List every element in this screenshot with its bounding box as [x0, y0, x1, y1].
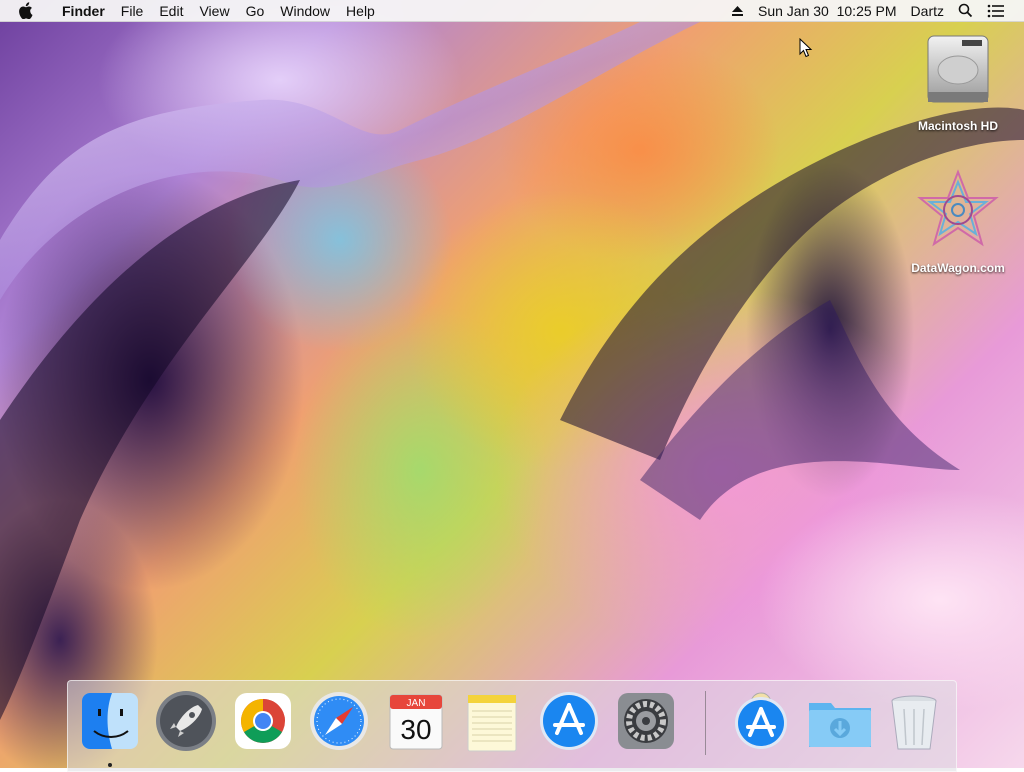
dock-calendar[interactable]: JAN 30 — [384, 689, 448, 753]
dock-separator — [705, 691, 706, 755]
running-indicator — [108, 763, 112, 767]
menu-go[interactable]: Go — [238, 0, 273, 22]
trash-icon — [891, 695, 937, 750]
menu-app-name[interactable]: Finder — [54, 0, 113, 22]
hard-drive-icon — [927, 35, 989, 103]
dock: JAN 30 — [67, 680, 957, 772]
dock-finder[interactable] — [78, 689, 142, 767]
wallpaper-swoosh — [0, 22, 1024, 720]
mandala-icon — [917, 169, 999, 247]
notification-center-icon[interactable] — [980, 4, 1012, 18]
dock-app-store-download[interactable] — [729, 689, 793, 753]
notes-icon — [467, 694, 517, 752]
menu-window[interactable]: Window — [272, 0, 338, 22]
dock-launchpad[interactable] — [154, 689, 218, 753]
mouse-cursor-icon — [799, 37, 813, 63]
calendar-day: 30 — [400, 714, 431, 745]
dock-chrome[interactable] — [231, 689, 295, 753]
menu-edit[interactable]: Edit — [151, 0, 191, 22]
dock-trash[interactable] — [882, 689, 946, 753]
menu-file[interactable]: File — [113, 0, 152, 22]
menu-view[interactable]: View — [191, 0, 237, 22]
desktop-icon-label: DataWagon.com — [911, 261, 1005, 275]
eject-icon[interactable] — [724, 5, 751, 17]
menu-help[interactable]: Help — [338, 0, 383, 22]
desktop-wallpaper — [0, 0, 1024, 768]
menu-bar: Finder File Edit View Go Window Help Sun… — [0, 0, 1024, 22]
user-menu[interactable]: Dartz — [904, 0, 951, 22]
app-store-icon — [540, 692, 598, 750]
clock[interactable]: Sun Jan 30 10:25 PM — [751, 0, 904, 22]
dock-downloads[interactable] — [805, 689, 871, 753]
desktop-icon-macintosh-hd[interactable]: Macintosh HD — [903, 30, 1013, 133]
dock-safari[interactable] — [307, 689, 371, 753]
app-store-download-icon — [735, 692, 787, 749]
desktop-icon-label: Macintosh HD — [917, 119, 998, 133]
dock-app-store[interactable] — [537, 689, 601, 753]
dock-notes[interactable] — [460, 689, 524, 753]
apple-icon[interactable] — [18, 2, 34, 19]
calendar-icon: JAN 30 — [389, 694, 443, 750]
finder-icon — [82, 693, 138, 749]
downloads-folder-icon — [809, 703, 871, 747]
calendar-month: JAN — [407, 698, 426, 709]
rocket-icon — [156, 691, 216, 751]
chrome-icon — [235, 693, 291, 749]
dock-system-preferences[interactable] — [614, 689, 678, 753]
gear-icon — [618, 693, 674, 749]
desktop-icon-datawagon[interactable]: DataWagon.com — [903, 168, 1013, 275]
compass-icon — [310, 692, 368, 750]
search-icon[interactable] — [951, 3, 980, 18]
